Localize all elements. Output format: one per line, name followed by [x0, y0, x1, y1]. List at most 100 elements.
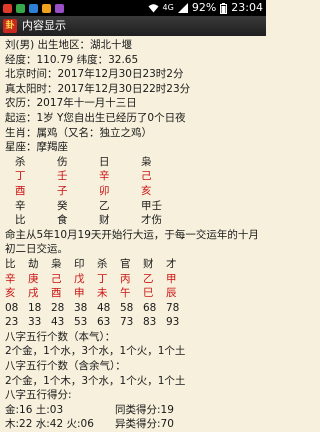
luck-stem: 丁	[97, 272, 108, 285]
score-left: 金:16 土:03	[5, 403, 64, 416]
luck-start-ages: 08 18 28 38 48 58 68 78	[5, 301, 263, 316]
pillar-stems: 丁 壬 辛 己	[5, 169, 263, 184]
benqi-counts: 2个金，1个水，3个水，1个火，1个土	[5, 345, 186, 358]
beijing-time-line: 北京时间：2017年12月30日23时2分	[5, 68, 184, 81]
app-bar: 卦 内容显示	[0, 16, 266, 36]
app-notification-icon	[3, 3, 12, 13]
hanyuqi-title: 八字五行个数（含余气）：	[5, 360, 126, 373]
score-right: 异类得分:70	[115, 418, 174, 431]
luck-god: 财	[143, 257, 154, 270]
score-row-1: 金:16 土:03 同类得分:19	[5, 403, 263, 418]
score-left: 木:22 水:42 火:06	[5, 418, 94, 431]
luck-intro: 命主从5年10月19天开始行大运，于每一交运年的十月初二日交运。	[5, 228, 259, 256]
pillar-hidden: 乙	[99, 199, 110, 212]
constellation-line: 星座：摩羯座	[5, 141, 68, 154]
store-icon	[55, 3, 64, 13]
hanyuqi-counts: 2个金，1个木，3个水，1个火，1个土	[5, 374, 186, 387]
luck-age: 38	[74, 301, 88, 314]
luck-age: 08	[5, 301, 19, 314]
chart-content: 刘(男) 出生地区：湖北十堰 经度：110.79 纬度：32.65 北京时间：2…	[5, 38, 263, 432]
score-row-2: 木:22 水:42 火:06 异类得分:70	[5, 417, 263, 432]
pillar-gods-top: 杀 伤 日 枭	[5, 155, 263, 170]
pillar-god: 杀	[15, 155, 26, 168]
luck-year: 83	[143, 316, 157, 329]
luck-year: 53	[74, 316, 88, 329]
luck-god: 才	[166, 257, 177, 270]
luck-stems: 辛 庚 己 戊 丁 丙 乙 甲	[5, 272, 263, 287]
pillar-stem: 丁	[15, 170, 26, 183]
zodiac-line: 生肖：属鸡（又名：独立之鸡）	[5, 126, 152, 139]
luck-year: 43	[51, 316, 65, 329]
score-right: 同类得分:19	[115, 403, 174, 416]
luck-age: 78	[166, 301, 180, 314]
luck-start-line: 起运：1岁 Y您自出生已经历了0个日夜	[5, 111, 186, 124]
pillar-god: 枭	[141, 155, 152, 168]
system-icons: 4G 92% 23:04	[148, 0, 263, 16]
benqi-title: 八字五行个数（本气）：	[5, 330, 116, 343]
pillar-god: 伤	[57, 155, 68, 168]
luck-branch: 未	[97, 287, 108, 300]
luck-god: 杀	[97, 257, 108, 270]
birth-place-line: 刘(男) 出生地区：湖北十堰	[5, 39, 133, 51]
luck-year: 63	[97, 316, 111, 329]
pillar-stem: 己	[141, 170, 152, 183]
luck-god: 比	[5, 257, 16, 270]
luck-stem: 庚	[28, 272, 39, 285]
solar-time-line: 真太阳时：2017年12月30日22时23分	[5, 82, 191, 95]
luck-stem: 戊	[74, 272, 85, 285]
luck-branch: 亥	[5, 287, 16, 300]
notification-icons	[3, 0, 64, 16]
pillar-god: 财	[99, 214, 110, 227]
luck-stem: 甲	[166, 272, 177, 285]
score-title: 八字五行得分:	[5, 389, 72, 402]
luck-branch: 辰	[166, 287, 177, 300]
luck-gods: 比 劫 枭 印 杀 官 财 才	[5, 257, 263, 272]
gallery-icon	[42, 3, 51, 13]
pillar-god: 日	[99, 155, 110, 168]
luck-start-years: 23 33 43 53 63 73 83 93	[5, 315, 263, 330]
luck-god: 官	[120, 257, 131, 270]
luck-stem: 己	[51, 272, 62, 285]
luck-year: 73	[120, 316, 134, 329]
download-icon	[29, 3, 38, 13]
app-logo-icon[interactable]: 卦	[3, 19, 17, 33]
luck-god: 劫	[28, 257, 39, 270]
pillar-branch: 亥	[141, 184, 152, 197]
battery-icon	[220, 2, 228, 14]
page-title: 内容显示	[22, 19, 66, 32]
status-bar: 4G 92% 23:04	[0, 0, 266, 16]
luck-branch: 酉	[51, 287, 62, 300]
luck-branch: 午	[120, 287, 131, 300]
pillar-branches: 酉 子 卯 亥	[5, 184, 263, 199]
luck-age: 28	[51, 301, 65, 314]
lunar-date-line: 农历：2017年十一月十三日	[5, 97, 137, 110]
pillar-stem: 壬	[57, 170, 68, 183]
clock: 23:04	[231, 1, 263, 14]
luck-year: 33	[28, 316, 42, 329]
luck-age: 48	[97, 301, 111, 314]
pillar-branch: 卯	[99, 184, 110, 197]
luck-branches: 亥 戌 酉 申 未 午 巳 辰	[5, 286, 263, 301]
signal-icon	[177, 3, 188, 13]
luck-branch: 申	[74, 287, 85, 300]
pillar-god: 比	[15, 214, 26, 227]
luck-god: 印	[74, 257, 85, 270]
luck-age: 68	[143, 301, 157, 314]
pillar-stem: 辛	[99, 170, 110, 183]
pillar-god: 食	[57, 214, 68, 227]
luck-stem: 丙	[120, 272, 131, 285]
signal-label: 4G	[162, 3, 174, 12]
pillar-hidden: 甲壬	[141, 199, 162, 212]
pillar-branch: 子	[57, 184, 68, 197]
luck-stem: 乙	[143, 272, 154, 285]
luck-god: 枭	[51, 257, 62, 270]
luck-year: 93	[166, 316, 180, 329]
wifi-icon	[148, 3, 159, 13]
battery-percent: 92%	[191, 1, 217, 14]
wechat-icon	[16, 3, 25, 13]
pillar-gods-bottom: 比 食 财 才伤	[5, 213, 263, 228]
pillar-hidden: 辛	[15, 199, 26, 212]
luck-age: 58	[120, 301, 134, 314]
luck-branch: 戌	[28, 287, 39, 300]
coordinates-line: 经度：110.79 纬度：32.65	[5, 53, 139, 66]
